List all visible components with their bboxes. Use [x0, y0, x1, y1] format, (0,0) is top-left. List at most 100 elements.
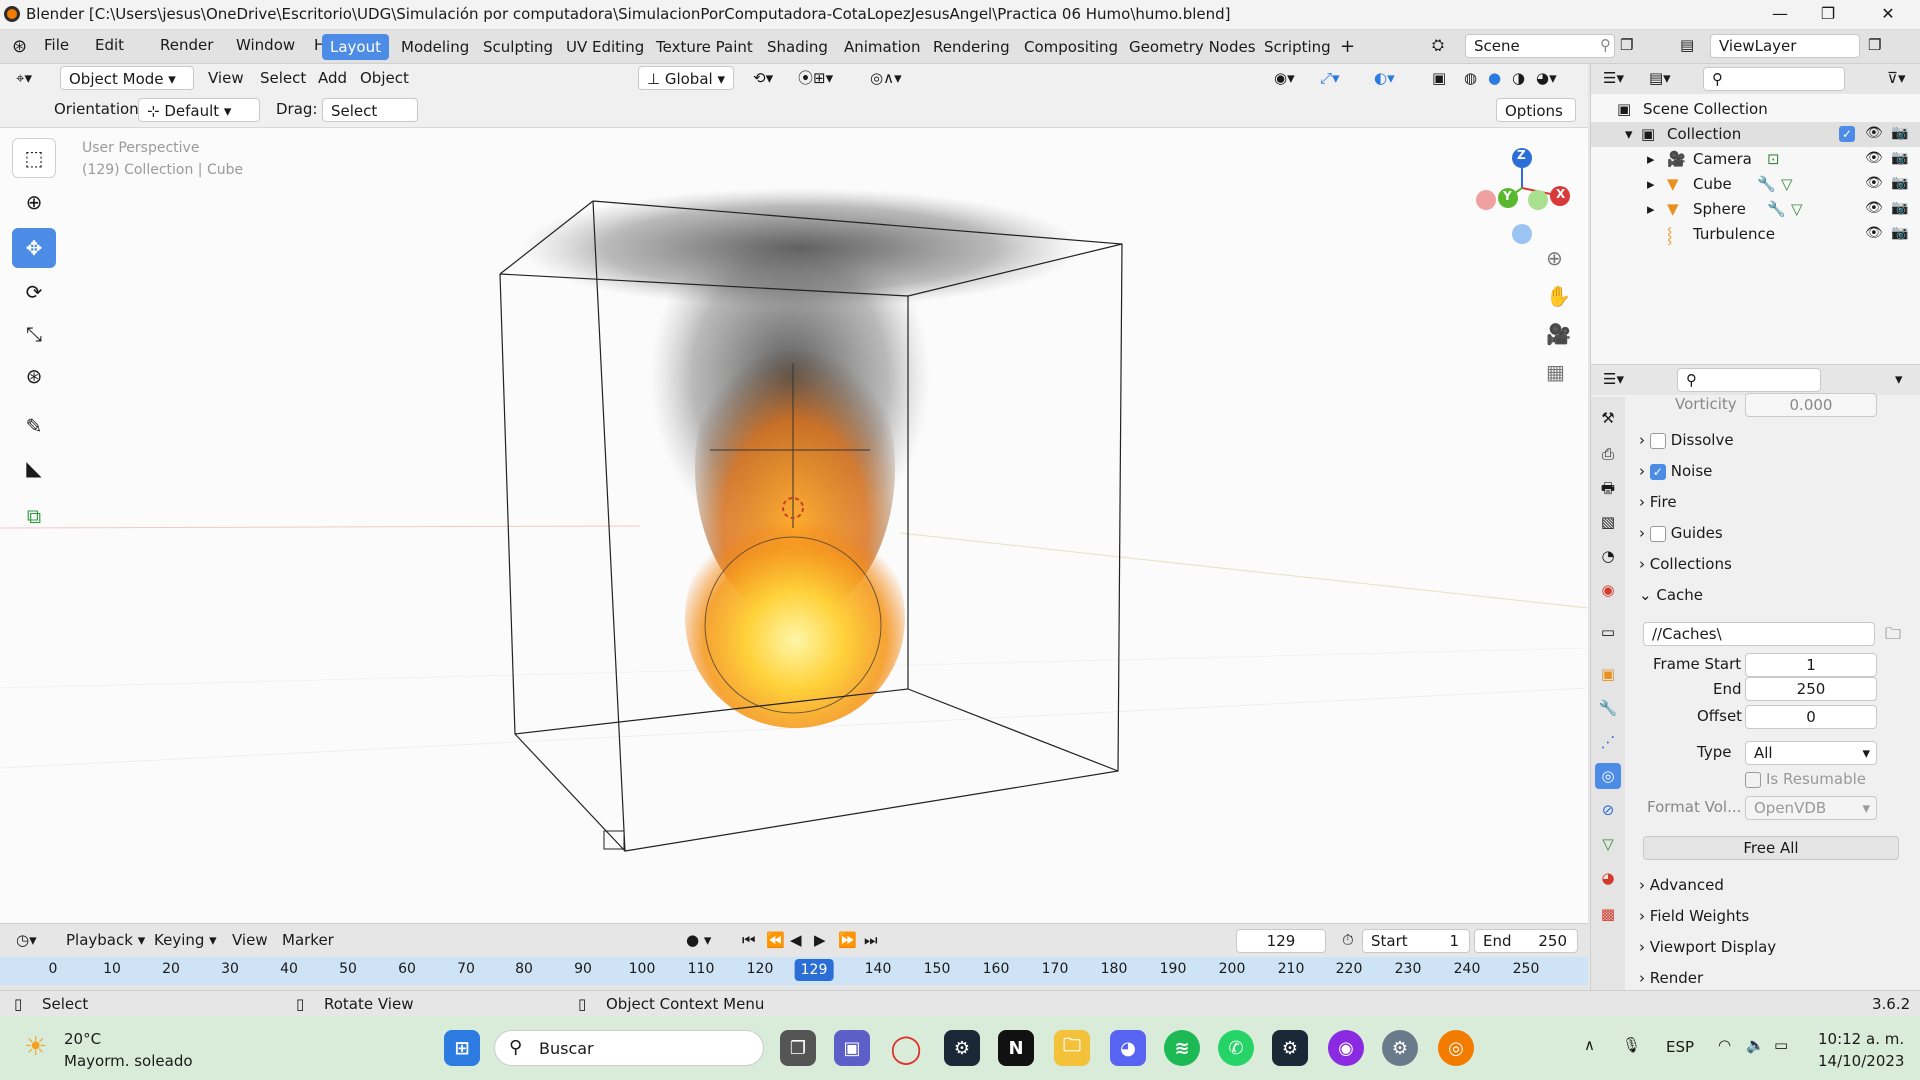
outliner-row-scene-collection[interactable]: ▣ Scene Collection [1591, 97, 1920, 122]
new-view-layer-icon[interactable]: ❐ [1868, 36, 1881, 54]
render-panel[interactable]: › Render [1639, 969, 1703, 987]
move-tool-icon[interactable]: ✥ [12, 228, 56, 268]
eye-icon[interactable]: 👁 [1865, 175, 1883, 191]
camera-render-icon[interactable]: 📷 [1891, 125, 1908, 141]
tab-layout[interactable]: Layout [322, 34, 389, 60]
tab-rendering[interactable]: Rendering [925, 34, 1018, 60]
snap-icon[interactable]: ⦿⊞▾ [790, 66, 841, 90]
eye-icon[interactable]: 👁 [1865, 150, 1883, 166]
tab-modeling[interactable]: Modeling [393, 34, 477, 60]
pan-hand-icon[interactable]: ✋ [1546, 284, 1571, 308]
vorticity-field[interactable]: 0.000 [1745, 393, 1877, 417]
properties-search-input[interactable]: ⚲ [1677, 368, 1821, 392]
gizmo-toggle-icon[interactable]: ⤢▾ [1312, 66, 1348, 90]
weather-sun-icon[interactable]: ☀ [24, 1032, 47, 1062]
fire-panel[interactable]: › Fire [1639, 493, 1677, 511]
filter-icon[interactable]: ⊽▾ [1887, 69, 1906, 87]
collapse-icon[interactable]: ▾ [1625, 125, 1633, 143]
volume-icon[interactable]: 🔈 [1746, 1036, 1765, 1054]
scale-tool-icon[interactable]: ⤡ [12, 314, 56, 354]
discord-icon[interactable]: ◕ [1110, 1030, 1146, 1066]
pin-icon[interactable]: ⚲ [1600, 36, 1611, 54]
editor-type-icon[interactable]: ⌖▾ [8, 66, 40, 90]
menu-marker[interactable]: Marker [274, 928, 342, 952]
microphone-icon[interactable]: 🎙 [1622, 1036, 1641, 1054]
viewport-display-panel[interactable]: › Viewport Display [1639, 938, 1776, 956]
ortho-toggle-icon[interactable]: ▦ [1546, 360, 1565, 384]
format-selector[interactable]: OpenVDB ▾ [1745, 796, 1877, 820]
tab-texture-paint[interactable]: Texture Paint [648, 34, 761, 60]
opera-icon[interactable]: ◯ [888, 1030, 924, 1066]
whatsapp-icon[interactable]: ✆ [1218, 1030, 1254, 1066]
camera-render-icon[interactable]: 📷 [1891, 200, 1908, 216]
tab-compositing[interactable]: Compositing [1016, 34, 1126, 60]
clock-icon[interactable]: ⏱ [1334, 928, 1362, 952]
outliner-editor-icon[interactable]: ☰▾ [1603, 69, 1624, 87]
menu-object[interactable]: Object [352, 66, 417, 90]
scene-selector-icon[interactable]: ⛭ [1432, 36, 1444, 54]
language-indicator[interactable]: ESP [1666, 1038, 1694, 1056]
frame-start-field[interactable]: 1 [1745, 653, 1877, 677]
cache-path-input[interactable]: //Caches\ [1643, 622, 1875, 646]
pivot-icon[interactable]: ⟲▾ [745, 66, 781, 90]
start-frame-field[interactable]: Start 1 [1362, 929, 1470, 953]
guides-checkbox[interactable] [1649, 525, 1666, 542]
transform-tool-icon[interactable]: ⊛ [12, 356, 56, 396]
eye-icon[interactable]: 👁 [1865, 225, 1883, 241]
outliner-row-cube[interactable]: ▸ ▼ Cube 🔧 ▽ 👁 📷 [1591, 172, 1920, 197]
expand-icon[interactable]: ▸ [1647, 150, 1655, 168]
outliner-row-turbulence[interactable]: ⸾ Turbulence 👁 📷 [1591, 222, 1920, 247]
particles-tab-icon[interactable]: ⋰ [1595, 729, 1621, 755]
outliner-row-collection[interactable]: ▾ ▣ Collection ✓ 👁 📷 [1591, 122, 1920, 147]
menu-edit[interactable]: Edit [95, 36, 124, 54]
auto-keying-icon[interactable]: ● ▾ [678, 928, 719, 952]
menu-add[interactable]: Add [310, 66, 355, 90]
tab-uv-editing[interactable]: UV Editing [558, 34, 652, 60]
properties-options-icon[interactable]: ▾ [1895, 370, 1903, 388]
menu-timeline-view[interactable]: View [224, 928, 276, 952]
tab-scripting[interactable]: Scripting [1256, 34, 1339, 60]
expand-icon[interactable]: ▸ [1647, 175, 1655, 193]
scene-field[interactable]: Scene [1465, 34, 1615, 58]
camera-render-icon[interactable]: 📷 [1891, 150, 1908, 166]
tab-animation[interactable]: Animation [836, 34, 928, 60]
noise-checkbox[interactable]: ✓ [1649, 463, 1666, 480]
collections-panel[interactable]: › Collections [1639, 555, 1732, 573]
drag-selector[interactable]: Select Box ▾ [322, 98, 418, 144]
windows-start-icon[interactable]: ⊞ [444, 1030, 480, 1066]
properties-editor-icon[interactable]: ☰▾ [1603, 370, 1624, 388]
guides-panel[interactable]: › Guides [1639, 524, 1723, 542]
transform-orientation-selector[interactable]: ⊥ Global ▾ [638, 66, 734, 90]
wifi-icon[interactable]: ◠ [1718, 1036, 1731, 1054]
type-selector[interactable]: All ▾ [1745, 741, 1877, 765]
rendered-shading-icon[interactable]: ◕▾ [1528, 66, 1565, 90]
close-button[interactable]: ✕ [1868, 2, 1908, 26]
github-desktop-icon[interactable]: ◉ [1328, 1030, 1364, 1066]
menu-keying[interactable]: Keying ▾ [146, 928, 225, 952]
blender-taskbar-icon[interactable]: ◎ [1438, 1030, 1474, 1066]
collection-tab-icon[interactable]: ▭ [1595, 619, 1621, 645]
dissolve-checkbox[interactable] [1649, 432, 1666, 449]
collection-exclude-checkbox[interactable]: ✓ [1839, 126, 1855, 142]
cursor-tool-icon[interactable]: ⊕ [12, 182, 56, 222]
offset-field[interactable]: 0 [1745, 705, 1877, 729]
tab-shading[interactable]: Shading [759, 34, 836, 60]
add-workspace-icon[interactable]: + [1332, 34, 1363, 60]
is-resumable-row[interactable]: Is Resumable [1745, 770, 1866, 788]
modifier-tab-icon[interactable]: 🔧 [1595, 695, 1621, 721]
advanced-panel[interactable]: › Advanced [1639, 876, 1724, 894]
maximize-button[interactable]: ❐ [1808, 2, 1848, 26]
eye-icon[interactable]: 👁 [1865, 125, 1883, 141]
orientation-selector[interactable]: ⊹ Default ▾ [138, 98, 260, 122]
3d-viewport[interactable]: ⬚ ⊕ ✥ ⟳ ⤡ ⊛ ✎ ◣ ⧉ User Perspective (129)… [0, 128, 1588, 923]
clock-time[interactable]: 10:12 a. m. [1818, 1030, 1904, 1048]
is-resumable-checkbox[interactable] [1745, 771, 1761, 788]
blender-menu-icon[interactable]: ⊛ [12, 36, 27, 57]
menu-select[interactable]: Select [252, 66, 314, 90]
dissolve-panel[interactable]: › Dissolve [1639, 431, 1734, 449]
texture-tab-icon[interactable]: ▩ [1595, 901, 1621, 927]
constraints-tab-icon[interactable]: ⊘ [1595, 797, 1621, 823]
expand-icon[interactable]: ▸ [1647, 200, 1655, 218]
settings-icon[interactable]: ⚙ [1382, 1030, 1418, 1066]
menu-playback[interactable]: Playback ▾ [58, 928, 153, 952]
